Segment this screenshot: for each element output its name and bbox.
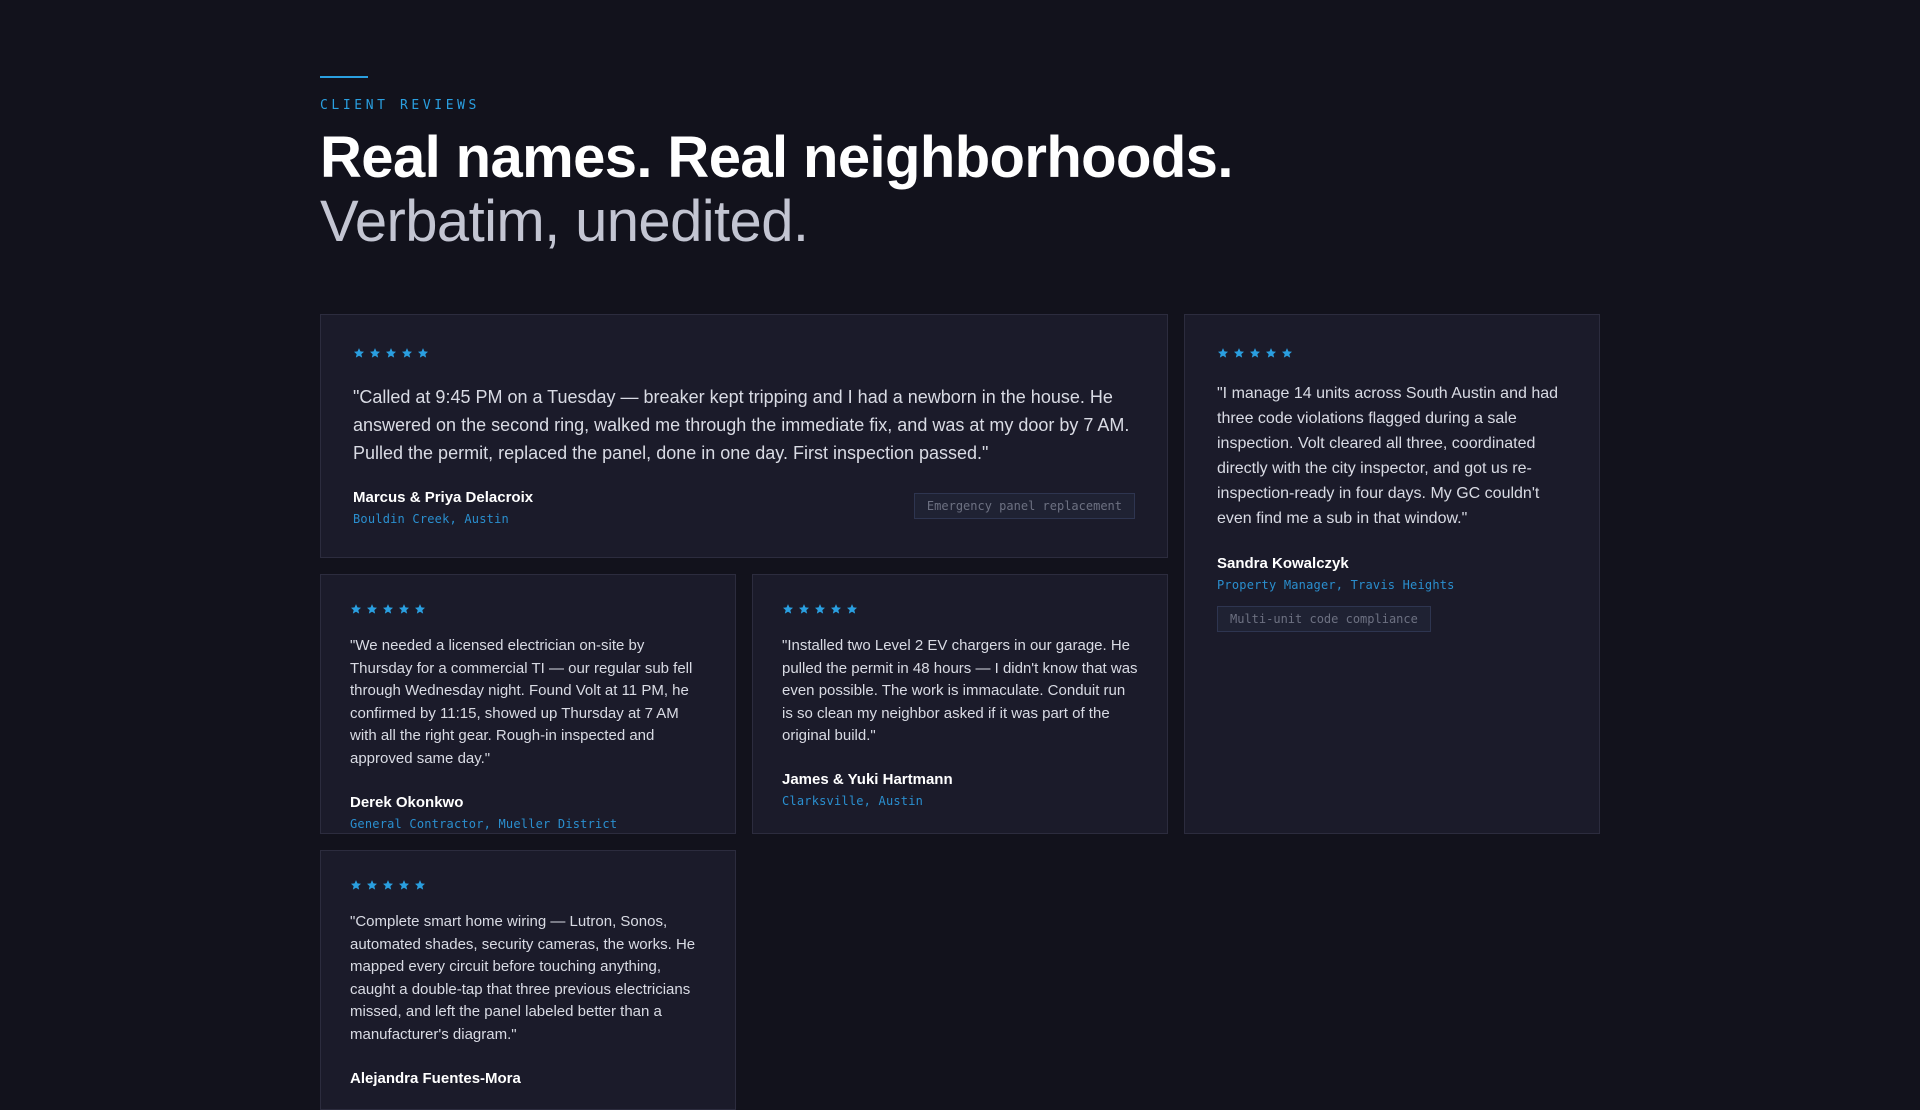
review-quote: "Complete smart home wiring — Lutron, So… [350, 913, 696, 1043]
author-name: Marcus & Priya Delacroix [353, 489, 534, 506]
star-icon [383, 880, 393, 890]
star-icon [415, 880, 425, 890]
eyebrow-accent-line [320, 76, 368, 78]
author-location: Property Manager, Travis Heights [1217, 578, 1455, 592]
review-card-featured: "Called at 9:45 PM on a Tuesday — breake… [320, 314, 1168, 558]
author-location: General Contractor, Mueller District [350, 816, 618, 831]
author-name: James & Yuki Hartmann [782, 770, 953, 788]
author-location: Bouldin Creek, Austin [353, 512, 509, 526]
review-quote: "Called at 9:45 PM on a Tuesday — breake… [353, 387, 1130, 463]
review-author: Sandra Kowalczyk Property Manager, Travi… [1217, 555, 1567, 592]
star-rating [350, 603, 707, 615]
star-icon [399, 604, 409, 614]
star-icon [799, 604, 809, 614]
author-name: Alejandra Fuentes-Mora [350, 1069, 521, 1087]
review-author: Alejandra Fuentes-Mora [350, 1070, 707, 1088]
star-icon [370, 348, 380, 358]
star-icon [1234, 348, 1244, 358]
review-author: Marcus & Priya Delacroix Bouldin Creek, … [353, 489, 533, 526]
star-icon [351, 604, 361, 614]
review-card: "We needed a licensed electrician on-sit… [320, 574, 736, 834]
author-location: Clarksville, Austin [782, 793, 924, 808]
review-quote: "Installed two Level 2 EV chargers in ou… [782, 637, 1138, 745]
star-icon [1218, 348, 1228, 358]
star-icon [1250, 348, 1260, 358]
star-icon [367, 604, 377, 614]
service-tag: Emergency panel replacement [913, 493, 1135, 519]
review-card: "Installed two Level 2 EV chargers in ou… [752, 574, 1168, 834]
star-icon [815, 604, 825, 614]
review-quote: "I manage 14 units across South Austin a… [1217, 385, 1559, 527]
star-icon [386, 348, 396, 358]
star-icon [399, 880, 409, 890]
star-icon [402, 348, 412, 358]
star-icon [831, 604, 841, 614]
review-card: "Complete smart home wiring — Lutron, So… [320, 850, 736, 1110]
star-icon [383, 604, 393, 614]
service-tag: Multi-unit code compliance [1217, 606, 1431, 632]
review-author: Derek Okonkwo General Contractor, Muelle… [350, 794, 707, 831]
star-icon [418, 348, 428, 358]
star-icon [1282, 348, 1292, 358]
section-subhead: Verbatim, unedited. [320, 189, 809, 254]
section-eyebrow: CLIENT REVIEWS [320, 98, 480, 113]
star-icon [367, 880, 377, 890]
review-quote: "We needed a licensed electrician on-sit… [350, 637, 693, 767]
star-icon [351, 880, 361, 890]
author-name: Derek Okonkwo [350, 793, 464, 811]
author-name: Sandra Kowalczyk [1217, 555, 1349, 572]
star-icon [1266, 348, 1276, 358]
review-author: James & Yuki Hartmann Clarksville, Austi… [782, 771, 1139, 808]
review-card: "I manage 14 units across South Austin a… [1184, 314, 1600, 834]
star-rating [782, 603, 1139, 615]
star-icon [847, 604, 857, 614]
star-rating [353, 347, 1135, 359]
star-rating [1217, 347, 1567, 359]
star-rating [350, 879, 707, 891]
section-headline: Real names. Real neighborhoods. [320, 125, 1233, 190]
star-icon [783, 604, 793, 614]
star-icon [415, 604, 425, 614]
star-icon [354, 348, 364, 358]
